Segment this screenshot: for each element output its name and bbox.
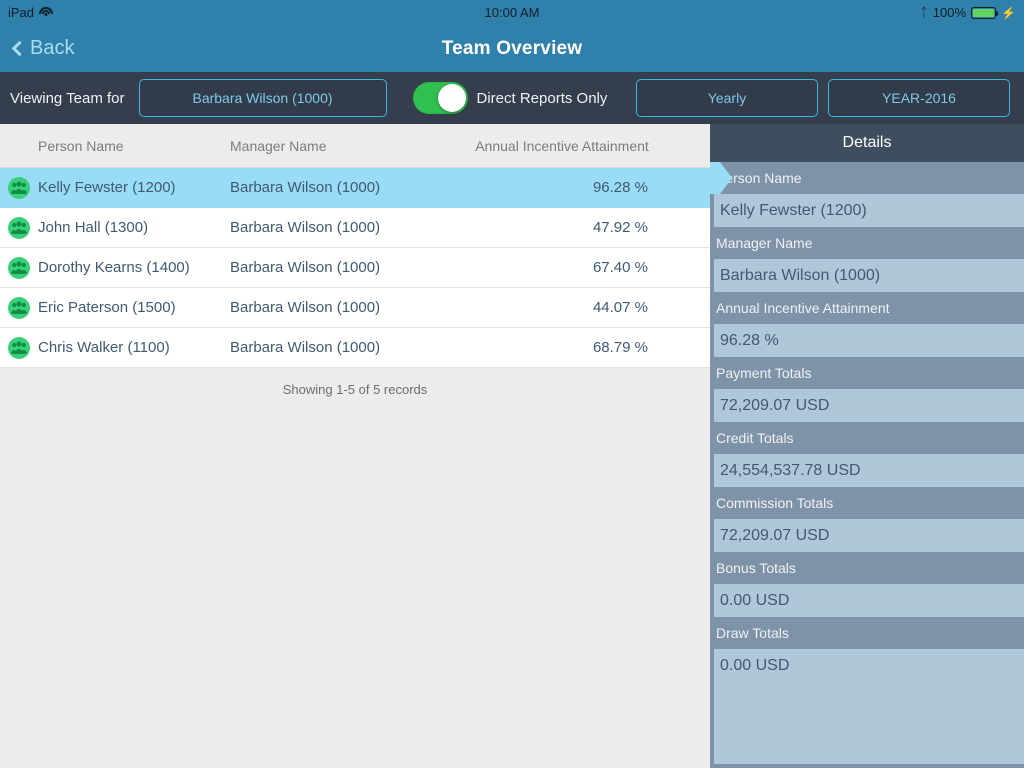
group-icon (8, 296, 30, 319)
detail-field-value: Kelly Fewster (1200) (714, 194, 1024, 227)
cell-person-name: John Hall (1300) (38, 219, 149, 236)
cell-manager-name: Barbara Wilson (1000) (230, 299, 381, 316)
filter-toolbar: Viewing Team for Barbara Wilson (1000) D… (0, 72, 1024, 124)
cell-person-name: Kelly Fewster (1200) (38, 179, 176, 196)
details-panel: Details Person Name Kelly Fewster (1200) M… (710, 124, 1024, 768)
cell-manager-name: Barbara Wilson (1000) (230, 339, 381, 356)
detail-field-label: Draw Totals (710, 617, 1024, 649)
group-icon (8, 256, 30, 279)
person-filter-button[interactable]: Barbara Wilson (1000) (138, 79, 387, 117)
table-header-row: Person Name Manager Name Annual Incentiv… (0, 124, 710, 168)
period-filters: Yearly YEAR-2016 (636, 79, 1014, 117)
cell-person-name: Dorothy Kearns (1400) (38, 259, 190, 276)
table-row[interactable]: Eric Paterson (1500) Barbara Wilson (1000… (0, 288, 710, 328)
toggle-knob (437, 84, 466, 112)
table-body: Kelly Fewster (1200) Barbara Wilson (1000… (0, 168, 710, 368)
group-icon (8, 336, 30, 359)
detail-field-value: Barbara Wilson (1000) (714, 259, 1024, 292)
navigation-bar: Back Team Overview (0, 25, 1024, 72)
detail-field-value: 0.00 USD (714, 584, 1024, 617)
table-row[interactable]: Kelly Fewster (1200) Barbara Wilson (1000… (0, 168, 710, 208)
detail-field-label: Credit Totals (710, 422, 1024, 454)
status-bar-right: ᛏ 100% ⚡ (920, 5, 1016, 20)
detail-field-value: 72,209.07 USD (714, 519, 1024, 552)
detail-field-label: Annual Incentive Attainment (710, 292, 1024, 324)
team-table: Person Name Manager Name Annual Incentiv… (0, 124, 710, 768)
detail-field-value: 0.00 USD (714, 649, 1024, 682)
cell-attainment: 67.40 % (592, 259, 648, 276)
details-field-list: Person Name Kelly Fewster (1200) Manager N… (710, 162, 1024, 768)
period-value-button[interactable]: YEAR-2016 (828, 79, 1010, 117)
column-header-person-name: Person Name (38, 137, 124, 154)
table-record-count: Showing 1-5 of 5 records (0, 368, 710, 397)
table-row[interactable]: Chris Walker (1100) Barbara Wilson (1000)… (0, 328, 710, 368)
group-icon (8, 216, 30, 239)
cell-person-name: Chris Walker (1100) (38, 339, 170, 356)
viewing-team-for-label: Viewing Team for (10, 89, 125, 107)
cell-person-name: Eric Paterson (1500) (38, 299, 176, 316)
details-panel-filler (714, 682, 1024, 764)
cell-manager-name: Barbara Wilson (1000) (230, 259, 381, 276)
page-title: Team Overview (441, 37, 583, 59)
table-row[interactable]: John Hall (1300) Barbara Wilson (1000) 47.… (0, 208, 710, 248)
cell-attainment: 47.92 % (592, 219, 648, 236)
detail-field-value: 96.28 % (714, 324, 1024, 357)
status-bar: iPad 10:00 AM ᛏ 100% ⚡ (0, 0, 1024, 25)
cell-attainment: 96.28 % (592, 179, 648, 196)
detail-field-label: Payment Totals (710, 357, 1024, 389)
detail-field-label: Commission Totals (710, 487, 1024, 519)
period-type-button[interactable]: Yearly (636, 79, 818, 117)
cell-manager-name: Barbara Wilson (1000) (230, 219, 381, 236)
cell-manager-name: Barbara Wilson (1000) (230, 179, 381, 196)
lightning-bolt-icon: ⚡ (1001, 5, 1016, 20)
detail-field-label: Bonus Totals (710, 552, 1024, 584)
direct-reports-only-toggle[interactable] (412, 82, 468, 114)
detail-field-value: 24,554,537.78 USD (714, 454, 1024, 487)
battery-icon (971, 6, 999, 19)
selected-row-pointer-icon (710, 162, 732, 194)
main-content: Person Name Manager Name Annual Incentiv… (0, 124, 1024, 768)
status-bar-time: 10:00 AM (484, 5, 540, 20)
detail-field-label: Person Name (710, 162, 1024, 194)
table-row[interactable]: Dorothy Kearns (1400) Barbara Wilson (100… (0, 248, 710, 288)
detail-field-label: Manager Name (710, 227, 1024, 259)
cell-attainment: 68.79 % (592, 339, 648, 356)
group-icon (8, 176, 30, 199)
column-header-attainment: Annual Incentive Attainment (475, 137, 649, 154)
cell-attainment: 44.07 % (592, 299, 648, 316)
detail-field-value: 72,209.07 USD (714, 389, 1024, 422)
bluetooth-icon: ᛏ (919, 5, 928, 20)
column-header-manager-name: Manager Name (230, 137, 327, 154)
direct-reports-only-label: Direct Reports Only (476, 89, 608, 107)
battery-percent: 100% (932, 5, 967, 20)
details-panel-title: Details (710, 124, 1024, 162)
